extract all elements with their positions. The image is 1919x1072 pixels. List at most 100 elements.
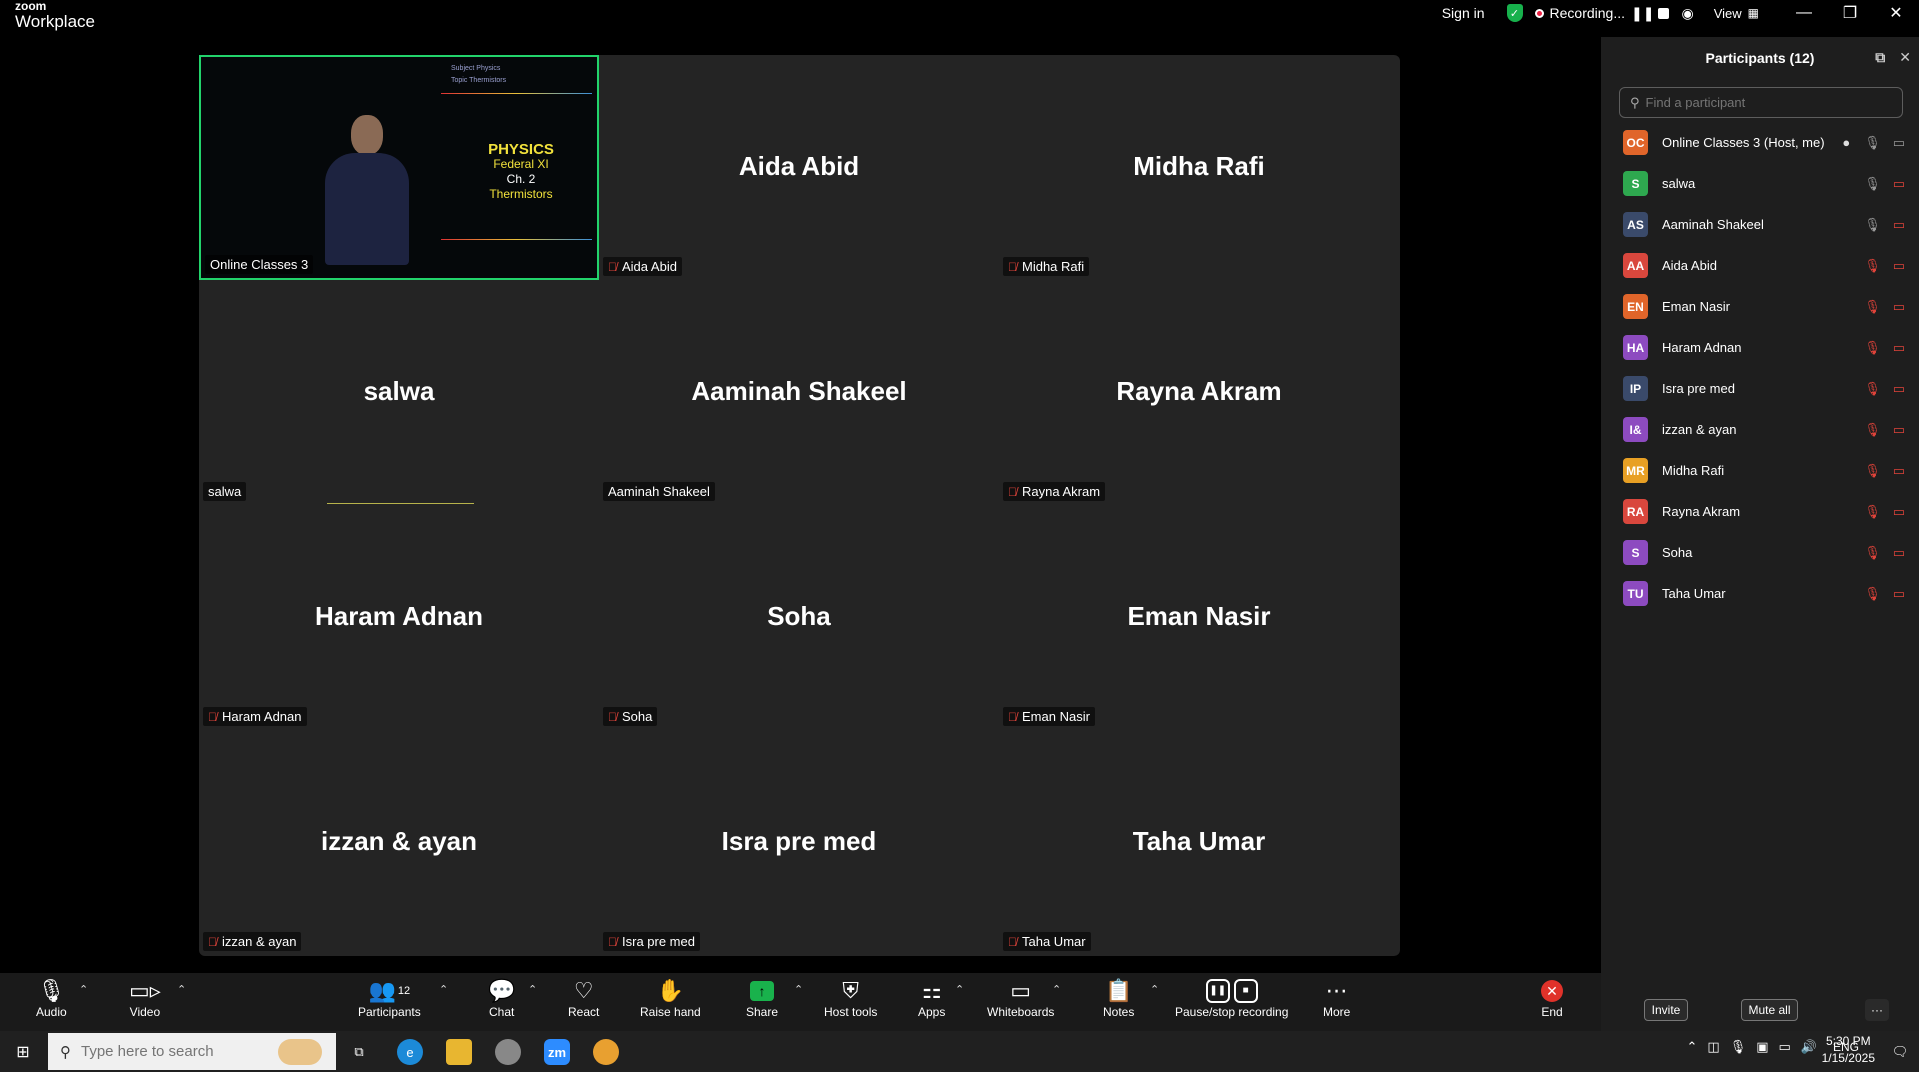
- participant-row[interactable]: HA Haram Adnan 🎙 ▭: [1601, 327, 1919, 368]
- participant-search[interactable]: ⚲: [1619, 87, 1903, 118]
- video-button[interactable]: ▭▹ Video: [129, 977, 161, 1020]
- video-off-icon[interactable]: ▭: [1893, 504, 1905, 520]
- video-tile[interactable]: Soha 🎙̸ Soha: [599, 505, 999, 730]
- video-off-icon[interactable]: ▭: [1893, 586, 1905, 602]
- participant-row[interactable]: S Soha 🎙 ▭: [1601, 532, 1919, 573]
- taskbar-search[interactable]: ⚲: [48, 1033, 336, 1070]
- react-button[interactable]: ♡ React: [568, 977, 599, 1020]
- mute-all-button[interactable]: Mute all: [1741, 999, 1798, 1021]
- tray-mic-icon[interactable]: 🎙: [1730, 1039, 1747, 1055]
- microphone-icon[interactable]: 🎙: [1864, 217, 1881, 233]
- zoom-app-icon[interactable]: zm: [544, 1039, 570, 1065]
- host-tools-button[interactable]: ⛨ Host tools: [824, 977, 877, 1020]
- microphone-muted-icon[interactable]: 🎙: [1864, 299, 1881, 315]
- share-options-chevron-icon[interactable]: ⌃: [794, 983, 803, 996]
- participant-search-input[interactable]: [1645, 95, 1876, 110]
- video-tile[interactable]: salwa salwa: [199, 280, 599, 505]
- tray-chevron-icon[interactable]: ⌃: [1686, 1039, 1697, 1055]
- chat-button[interactable]: 💬 Chat: [488, 977, 515, 1020]
- video-tile[interactable]: Haram Adnan 🎙̸ Haram Adnan: [199, 505, 599, 730]
- video-off-icon[interactable]: ▭: [1893, 422, 1905, 438]
- close-button[interactable]: ✕: [1873, 3, 1919, 23]
- microphone-muted-icon[interactable]: 🎙: [1864, 258, 1881, 274]
- video-tile[interactable]: Midha Rafi 🎙̸ Midha Rafi: [999, 55, 1399, 280]
- minimize-button[interactable]: —: [1781, 4, 1827, 22]
- microphone-muted-icon[interactable]: 🎙: [1864, 586, 1881, 602]
- chat-options-chevron-icon[interactable]: ⌃: [528, 983, 537, 996]
- apps-button[interactable]: ⚏ Apps: [918, 977, 945, 1020]
- taskbar-search-input[interactable]: [81, 1043, 271, 1060]
- video-off-icon[interactable]: ▭: [1893, 340, 1905, 356]
- video-tile[interactable]: izzan & ayan 🎙̸ izzan & ayan: [199, 730, 599, 955]
- video-off-icon[interactable]: ▭: [1893, 176, 1905, 192]
- windows-start-icon[interactable]: ⊞: [10, 1039, 36, 1065]
- video-camera-icon[interactable]: ▭: [1893, 135, 1905, 151]
- participants-options-chevron-icon[interactable]: ⌃: [439, 983, 448, 996]
- pop-out-icon[interactable]: ⧉: [1875, 49, 1885, 66]
- microphone-muted-icon[interactable]: 🎙: [1864, 463, 1881, 479]
- microphone-muted-icon[interactable]: 🎙: [1864, 422, 1881, 438]
- participant-row[interactable]: MR Midha Rafi 🎙 ▭: [1601, 450, 1919, 491]
- edge-browser-icon[interactable]: e: [397, 1039, 423, 1065]
- participant-row[interactable]: RA Rayna Akram 🎙 ▭: [1601, 491, 1919, 532]
- video-tile[interactable]: Aida Abid 🎙̸ Aida Abid: [599, 55, 999, 280]
- participant-row[interactable]: I& izzan & ayan 🎙 ▭: [1601, 409, 1919, 450]
- video-off-icon[interactable]: ▭: [1893, 217, 1905, 233]
- share-button[interactable]: ↑ Share: [746, 977, 778, 1019]
- microphone-muted-icon[interactable]: 🎙: [1864, 340, 1881, 356]
- whiteboards-options-chevron-icon[interactable]: ⌃: [1052, 983, 1061, 996]
- panel-more-button[interactable]: ···: [1865, 999, 1889, 1021]
- microphone-icon[interactable]: 🎙: [1864, 176, 1881, 192]
- participant-row[interactable]: AS Aaminah Shakeel 🎙 ▭: [1601, 204, 1919, 245]
- video-tile[interactable]: Aaminah Shakeel Aaminah Shakeel: [599, 280, 999, 505]
- video-off-icon[interactable]: ▭: [1893, 463, 1905, 479]
- tray-app2-icon[interactable]: ▣: [1756, 1039, 1768, 1055]
- audio-button[interactable]: 🎙 Audio: [36, 977, 67, 1020]
- volume-icon[interactable]: 🔊: [1801, 1039, 1817, 1055]
- notifications-icon[interactable]: 🗨: [1887, 1039, 1913, 1065]
- video-off-icon[interactable]: ▭: [1893, 545, 1905, 561]
- chrome-icon[interactable]: [495, 1039, 521, 1065]
- sign-in-link[interactable]: Sign in: [1442, 5, 1485, 21]
- video-tile-host[interactable]: Subject Physics Topic Thermistors PHYSIC…: [199, 55, 599, 280]
- security-shield-icon[interactable]: ✓: [1506, 4, 1523, 22]
- participant-row[interactable]: Ssalwa 🎙 ▭: [1601, 163, 1919, 204]
- tray-app-icon[interactable]: ◫: [1707, 1039, 1719, 1055]
- video-tile[interactable]: Rayna Akram 🎙̸ Rayna Akram: [999, 280, 1399, 505]
- audio-options-chevron-icon[interactable]: ⌃: [79, 983, 88, 996]
- participants-button[interactable]: 👥 12 Participants: [358, 977, 421, 1020]
- pause-stop-recording-button[interactable]: ❚❚ ■ Pause/stop recording: [1175, 977, 1288, 1019]
- video-off-icon[interactable]: ▭: [1893, 381, 1905, 397]
- microphone-muted-icon[interactable]: 🎙: [1864, 504, 1881, 520]
- video-options-chevron-icon[interactable]: ⌃: [177, 983, 186, 996]
- notes-options-chevron-icon[interactable]: ⌃: [1150, 983, 1159, 996]
- video-off-icon[interactable]: ▭: [1893, 258, 1905, 274]
- end-meeting-button[interactable]: ✕ End: [1541, 977, 1563, 1019]
- video-tile[interactable]: Eman Nasir 🎙̸ Eman Nasir: [999, 505, 1399, 730]
- browser-icon[interactable]: [593, 1039, 619, 1065]
- participant-row[interactable]: AA Aida Abid 🎙 ▭: [1601, 245, 1919, 286]
- more-button[interactable]: ⋯ More: [1323, 977, 1350, 1020]
- stop-recording-icon[interactable]: [1658, 7, 1670, 19]
- microphone-muted-icon[interactable]: 🎙: [1864, 381, 1881, 397]
- video-tile[interactable]: Isra pre med 🎙̸ Isra pre med: [599, 730, 999, 955]
- pause-recording-icon[interactable]: ❚❚: [1631, 5, 1654, 22]
- participant-row[interactable]: OC Online Classes 3 (Host, me) ● 🎙 ▭: [1601, 122, 1919, 163]
- participant-row[interactable]: IP Isra pre med 🎙 ▭: [1601, 368, 1919, 409]
- whiteboards-button[interactable]: ▭ Whiteboards: [987, 977, 1054, 1020]
- task-view-icon[interactable]: ⧉: [346, 1039, 372, 1065]
- invite-button[interactable]: Invite: [1644, 999, 1688, 1021]
- raise-hand-button[interactable]: ✋ Raise hand: [640, 977, 701, 1020]
- restore-button[interactable]: ❐: [1827, 3, 1873, 23]
- video-tile[interactable]: Taha Umar 🎙̸ Taha Umar: [999, 730, 1399, 955]
- microphone-muted-icon[interactable]: 🎙: [1864, 545, 1881, 561]
- view-button[interactable]: View ▦: [1714, 6, 1759, 21]
- video-off-icon[interactable]: ▭: [1893, 299, 1905, 315]
- participant-row[interactable]: EN Eman Nasir 🎙 ▭: [1601, 286, 1919, 327]
- participant-row[interactable]: TU Taha Umar 🎙 ▭: [1601, 573, 1919, 614]
- notes-button[interactable]: 📋 Notes: [1103, 977, 1134, 1020]
- close-panel-icon[interactable]: ✕: [1899, 49, 1911, 66]
- record-settings-icon[interactable]: ◉: [1681, 5, 1693, 22]
- network-icon[interactable]: ▭: [1779, 1039, 1791, 1055]
- taskbar-clock[interactable]: 5:30 PM 1/15/2025: [1822, 1033, 1875, 1067]
